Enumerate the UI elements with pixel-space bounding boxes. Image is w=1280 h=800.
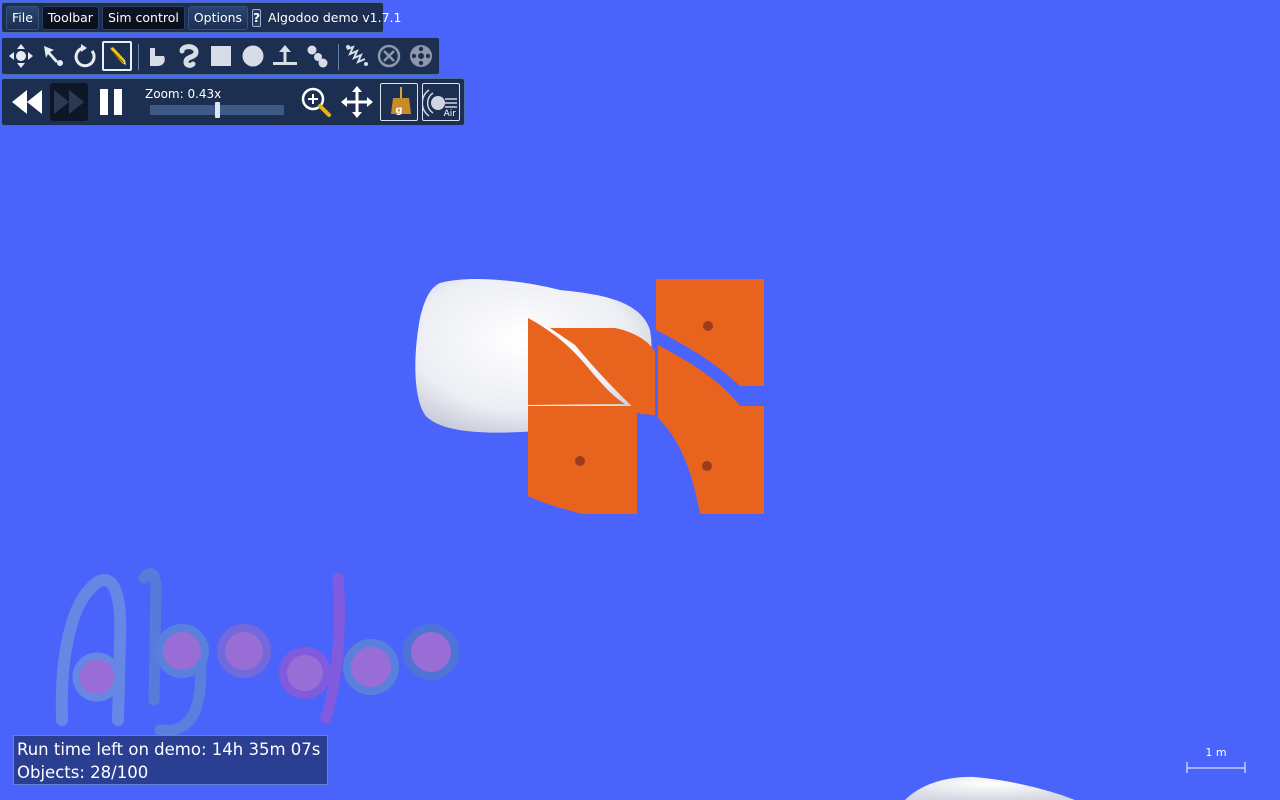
- toolbar-separator: [138, 44, 139, 70]
- algodoo-logo: [55, 568, 459, 736]
- plane-tool-button[interactable]: [270, 41, 300, 71]
- demo-status-panel: Run time left on demo: 14h 35m 07s Objec…: [13, 735, 328, 785]
- pin-bottom-left: [575, 456, 585, 466]
- air-label: Air: [443, 109, 456, 119]
- box-tool-button[interactable]: [206, 41, 236, 71]
- drag-tool-button[interactable]: [38, 41, 68, 71]
- pan-arrows-icon: [341, 86, 373, 118]
- zoom-magnifier-icon: [301, 87, 331, 117]
- move-icon: [9, 44, 33, 68]
- circle-tool-button[interactable]: [238, 41, 268, 71]
- spring-tool-button[interactable]: [342, 41, 372, 71]
- axle-icon: [410, 45, 432, 67]
- box-icon: [211, 46, 231, 66]
- chain-tool-button[interactable]: [302, 41, 332, 71]
- air-toggle[interactable]: Air: [422, 83, 460, 121]
- pin-top-right: [703, 321, 713, 331]
- scale-bar-icon: [1186, 762, 1246, 773]
- app-title: Algodoo demo v1.7.1: [268, 10, 402, 25]
- rotate-tool-button[interactable]: [70, 41, 100, 71]
- rotate-icon: [74, 44, 96, 68]
- brush-icon: [179, 44, 199, 68]
- zoom-tool-button[interactable]: [297, 83, 335, 121]
- scale-indicator: 1 m: [1186, 746, 1246, 776]
- toolbar-separator: [338, 44, 339, 70]
- zoom-slider-thumb[interactable]: [215, 102, 220, 118]
- pause-button[interactable]: [92, 83, 130, 121]
- sim-control-bar: Zoom: 0.43x g Air: [1, 78, 465, 126]
- pin-bottom-right: [702, 461, 712, 471]
- simulation-canvas[interactable]: File Toolbar Sim control Options ? Algod…: [0, 0, 1280, 800]
- toolbar-menu-button[interactable]: Toolbar: [41, 5, 99, 30]
- zoom-slider[interactable]: [150, 102, 284, 118]
- rewind-icon: [12, 90, 42, 114]
- axle-tool-button[interactable]: [406, 41, 436, 71]
- help-button[interactable]: ?: [252, 8, 262, 27]
- circle-icon: [242, 45, 264, 67]
- fixate-tool-button[interactable]: [374, 41, 404, 71]
- fixate-icon: [377, 44, 401, 68]
- polygon-tool-button[interactable]: [142, 41, 172, 71]
- fast-forward-button[interactable]: [50, 83, 88, 121]
- pencil-icon: [107, 46, 126, 65]
- polygon-icon: [150, 48, 165, 66]
- sketch-tool-button[interactable]: [102, 41, 132, 71]
- move-tool-button[interactable]: [6, 41, 36, 71]
- drag-cursor-icon: [44, 46, 63, 66]
- plane-icon: [273, 45, 297, 65]
- sim-control-menu-button[interactable]: Sim control: [101, 5, 185, 30]
- spring-icon: [346, 45, 368, 66]
- pause-icon: [100, 89, 122, 115]
- cloud-shape-bottom[interactable]: [905, 776, 1075, 800]
- menubar: File Toolbar Sim control Options ? Algod…: [1, 2, 401, 33]
- pan-tool-button[interactable]: [338, 83, 376, 121]
- zoom-label: Zoom: 0.43x: [145, 87, 222, 101]
- gravity-toggle[interactable]: g: [380, 83, 418, 121]
- file-menu-button[interactable]: File: [6, 5, 39, 30]
- gravity-label: g: [395, 105, 403, 116]
- fast-forward-icon: [54, 90, 84, 114]
- brush-tool-button[interactable]: [174, 41, 204, 71]
- gravity-icon: [391, 87, 411, 114]
- rewind-button[interactable]: [8, 83, 46, 121]
- options-menu-button[interactable]: Options: [187, 5, 249, 30]
- runtime-remaining-text: Run time left on demo: 14h 35m 07s: [17, 740, 321, 759]
- object-count-text: Objects: 28/100: [17, 763, 149, 782]
- tools-toolbar: [1, 37, 440, 75]
- chain-icon: [307, 45, 328, 68]
